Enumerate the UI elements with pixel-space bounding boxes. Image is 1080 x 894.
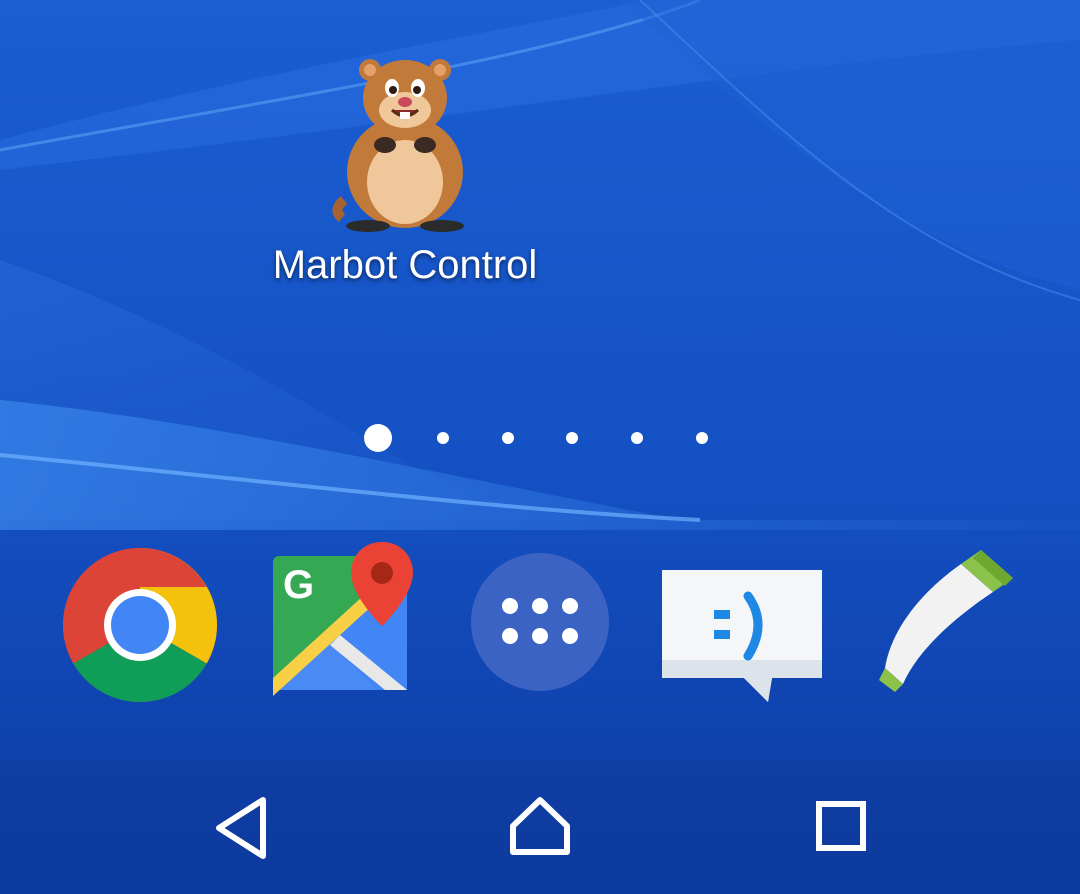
app-shortcut-marbot-control[interactable]: Marbot Control xyxy=(270,50,540,300)
dock-app-drawer[interactable] xyxy=(455,540,625,710)
groundhog-icon xyxy=(332,59,464,232)
svg-text:G: G xyxy=(283,563,314,607)
page-dot[interactable] xyxy=(631,432,643,444)
recents-icon xyxy=(816,801,866,851)
dock-chrome[interactable] xyxy=(55,540,225,710)
page-dot[interactable] xyxy=(566,432,578,444)
chrome-icon xyxy=(62,548,218,703)
google-maps-icon: G xyxy=(273,542,413,696)
home-icon xyxy=(510,797,570,855)
page-dot[interactable] xyxy=(696,432,708,444)
nav-back-button[interactable] xyxy=(185,780,295,880)
page-indicator xyxy=(340,420,740,456)
app-label: Marbot Control xyxy=(272,243,538,287)
nav-home-button[interactable] xyxy=(485,780,595,880)
page-dot-current[interactable] xyxy=(364,424,392,452)
dock-maps[interactable]: G xyxy=(265,540,435,710)
dock-phone[interactable] xyxy=(865,540,1035,710)
dock-messaging[interactable] xyxy=(656,540,826,710)
phone-icon xyxy=(879,550,1013,692)
page-dot[interactable] xyxy=(502,432,514,444)
messaging-icon xyxy=(662,570,822,702)
app-drawer-icon xyxy=(471,553,609,691)
back-icon xyxy=(216,797,266,859)
nav-recents-button[interactable] xyxy=(785,780,895,880)
page-dot[interactable] xyxy=(437,432,449,444)
